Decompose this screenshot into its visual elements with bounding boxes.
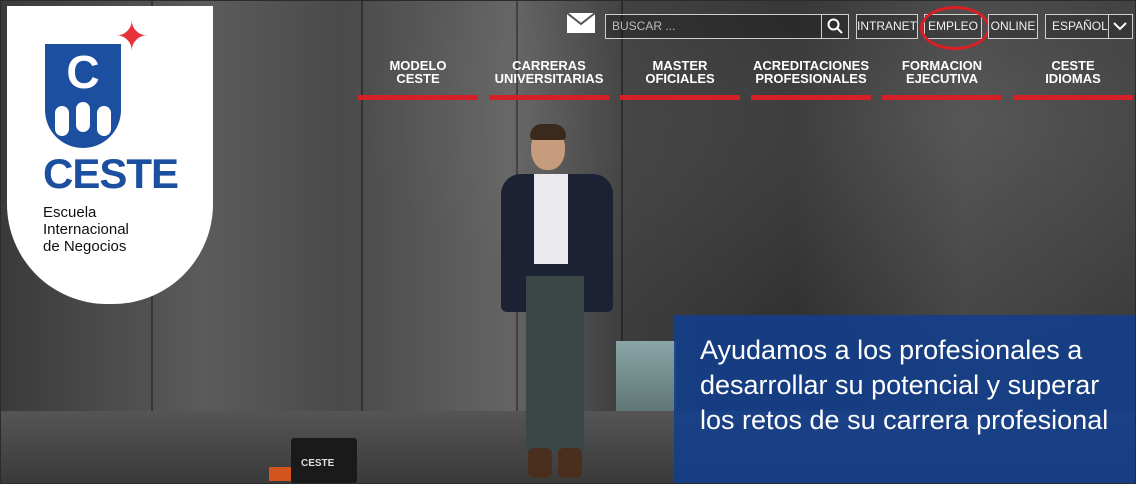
hero-caption-box: Ayudamos a los profesionales a desarroll… — [674, 315, 1135, 483]
intranet-button[interactable]: INTRANET — [856, 14, 918, 39]
person-pants — [526, 276, 584, 451]
logo[interactable]: ✦ C CESTE Escuela Internacional de Negoc… — [7, 6, 213, 304]
nav-item-acreditaciones-profesionales[interactable]: ACREDITACIONES PROFESIONALES — [751, 59, 871, 85]
nav-label: PROFESIONALES — [755, 71, 867, 86]
person-shoe — [528, 448, 552, 478]
chevron-down-icon — [1113, 22, 1127, 31]
nav-underline — [620, 95, 740, 100]
nav-item-master-oficiales[interactable]: MASTER OFICIALES — [620, 59, 740, 85]
nav-item-formacion-ejecutiva[interactable]: FORMACION EJECUTIVA — [882, 59, 1002, 85]
hero-person — [496, 124, 621, 481]
language-select[interactable]: ESPAÑOL — [1045, 14, 1133, 39]
brand-tagline: Escuela Internacional de Negocios — [43, 204, 129, 255]
mail-icon[interactable] — [567, 13, 595, 33]
nav-label: IDIOMAS — [1045, 71, 1101, 86]
shield-emblem: C — [45, 44, 121, 148]
search-icon — [827, 18, 843, 34]
search-input[interactable] — [606, 15, 828, 36]
logo-letter: C — [66, 46, 100, 98]
nav-item-modelo-ceste[interactable]: MODELO CESTE — [358, 59, 478, 85]
shield-dot — [55, 106, 69, 136]
nav-underline — [358, 95, 478, 100]
nav-label: UNIVERSITARIAS — [494, 71, 604, 86]
ceste-bag: CESTE — [291, 438, 357, 483]
background-water — [616, 341, 676, 411]
brand-name: CESTE — [43, 150, 179, 197]
search-box — [605, 14, 849, 39]
shield-dot — [76, 102, 90, 132]
highlight-circle — [920, 6, 990, 50]
nav-label: EJECUTIVA — [906, 71, 978, 86]
page-frame: CESTE ✦ C CESTE Escuela Internacional de… — [0, 0, 1136, 484]
nav-underline — [751, 95, 871, 100]
tagline-line: de Negocios — [43, 238, 127, 255]
shield-dots — [55, 102, 111, 138]
online-button[interactable]: ONLINE — [988, 14, 1038, 39]
nav-item-ceste-idiomas[interactable]: CESTE IDIOMAS — [1013, 59, 1133, 85]
shield-dot — [97, 106, 111, 136]
language-divider — [1108, 15, 1109, 38]
language-label: ESPAÑOL — [1052, 19, 1108, 33]
nav-underline — [489, 95, 609, 100]
hero-caption: Ayudamos a los profesionales a desarroll… — [700, 335, 1109, 435]
nav-label: OFICIALES — [645, 71, 715, 86]
person-shirt — [534, 174, 568, 264]
tagline-line: Internacional — [43, 221, 129, 238]
tagline-line: Escuela — [43, 204, 97, 221]
search-button[interactable] — [821, 15, 848, 38]
nav-underline — [1013, 95, 1133, 100]
nav-label: CESTE — [396, 71, 440, 86]
nav-underline — [882, 95, 1002, 100]
person-hair — [530, 124, 566, 140]
nav-item-carreras-universitarias[interactable]: CARRERAS UNIVERSITARIAS — [489, 59, 609, 85]
bag-label: CESTE — [301, 458, 335, 469]
orange-item — [269, 467, 293, 481]
person-shoe — [558, 448, 582, 478]
